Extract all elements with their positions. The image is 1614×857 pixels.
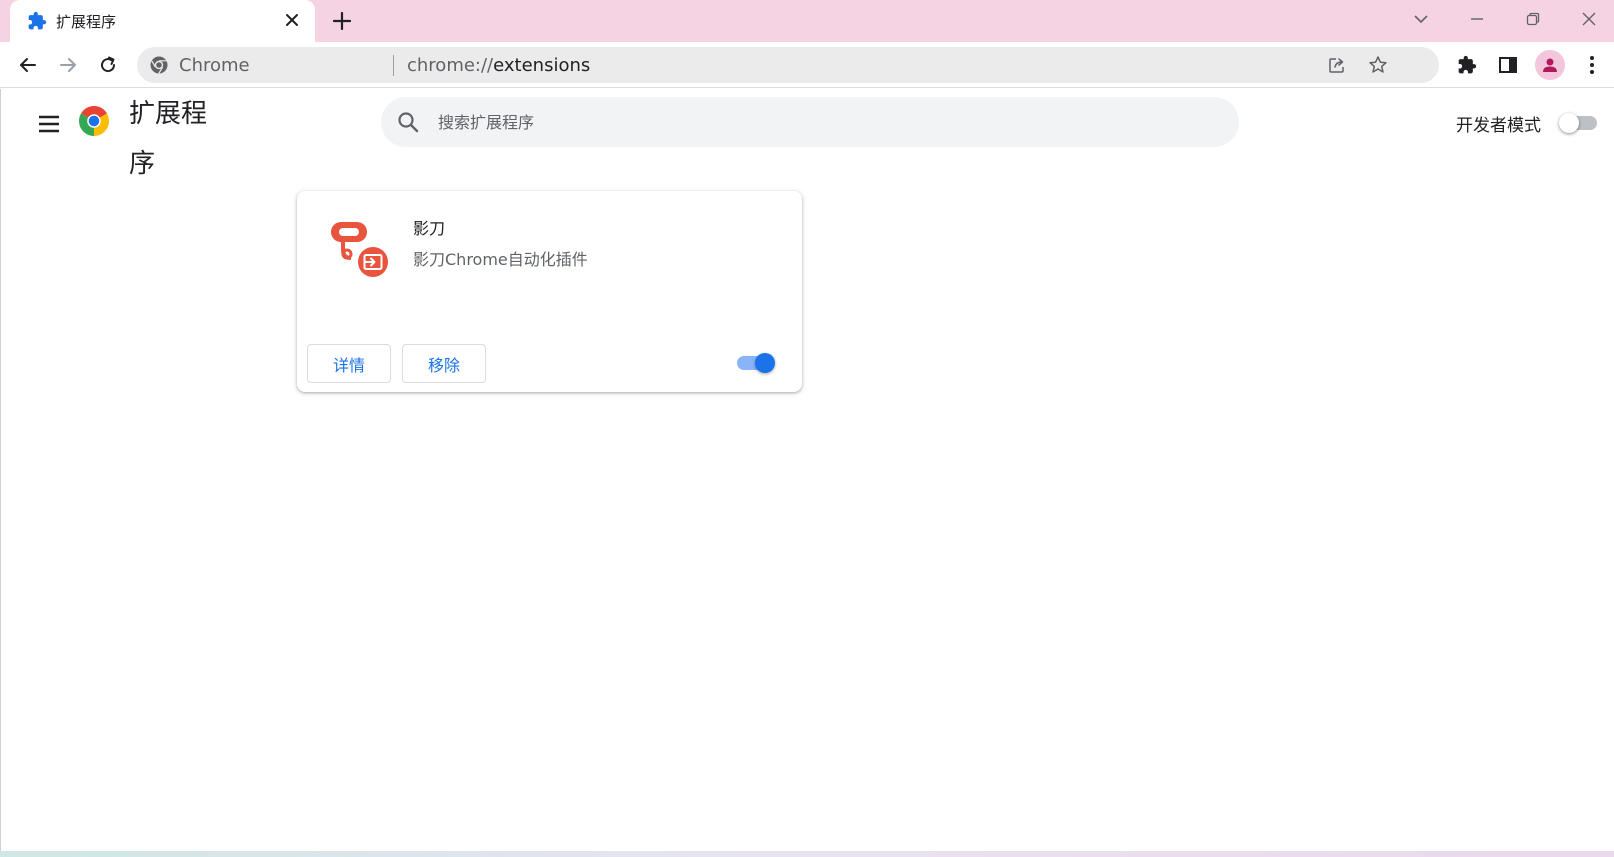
url-scheme: chrome:// [407,55,494,76]
restore-button[interactable] [1517,5,1549,33]
search-box[interactable] [381,97,1239,147]
remove-button[interactable]: 移除 [402,344,486,383]
chevron-down-icon [1414,15,1428,24]
bookmark-button[interactable] [1366,53,1390,77]
search-icon [398,112,419,133]
more-vert-icon [1590,56,1594,74]
minimize-icon [1471,18,1483,20]
chrome-menu-button[interactable] [1577,50,1607,80]
shadowbot-extension-icon [331,222,388,277]
plus-icon [333,12,351,30]
chrome-logo-icon [79,106,109,136]
chip-separator [393,55,394,76]
address-bar[interactable]: Chrome chrome://extensions [137,47,1439,83]
restore-icon [1526,12,1540,26]
side-panel-button[interactable] [1493,50,1523,80]
arrow-right-icon [60,58,76,72]
url-text[interactable]: chrome://extensions [407,55,590,76]
site-chip: Chrome [179,55,250,76]
search-input[interactable] [438,107,1198,137]
arrow-left-icon [20,58,36,72]
main-menu-button[interactable] [34,109,64,139]
hamburger-icon [39,115,59,133]
developer-mode-label: 开发者模式 [1456,116,1541,136]
toggle-knob [755,353,775,373]
tab-close-button[interactable] [280,8,304,32]
page-title: 扩展程序 [129,99,208,179]
reload-icon [101,56,116,73]
share-button[interactable] [1325,53,1349,77]
extension-enable-toggle[interactable] [737,353,777,373]
extensions-page: 扩展程序 开发者模式 影刀 影刀Chrome自动化插件 详情 移除 [0,89,1614,851]
forward-button[interactable] [53,50,83,80]
puzzle-icon [1458,55,1477,74]
toolbar: Chrome chrome://extensions [0,42,1614,88]
back-button[interactable] [13,50,43,80]
tab-extensions[interactable]: 扩展程序 [10,0,315,42]
close-icon [1582,12,1596,26]
close-icon [286,14,298,26]
side-panel-icon [1499,57,1517,73]
tab-title: 扩展程序 [56,13,117,31]
share-icon [1329,58,1344,73]
tab-search-button[interactable] [1405,5,1437,33]
toggle-knob [1559,113,1579,133]
extension-name: 影刀 [413,219,446,238]
developer-mode-toggle[interactable] [1559,113,1599,133]
tab-strip: 扩展程序 [0,0,1614,42]
reload-button[interactable] [93,50,123,80]
details-button[interactable]: 详情 [307,344,391,383]
new-tab-button[interactable] [330,9,354,33]
extension-card: 影刀 影刀Chrome自动化插件 详情 移除 [297,191,802,392]
minimize-button[interactable] [1461,5,1493,33]
url-host: extensions [493,55,591,76]
puzzle-icon [28,11,47,30]
star-icon [1369,56,1387,73]
extension-description: 影刀Chrome自动化插件 [413,250,588,269]
person-icon [1543,58,1557,72]
close-window-button[interactable] [1573,5,1605,33]
profile-avatar-button[interactable] [1535,50,1565,80]
taskbar-edge [0,851,1614,857]
extensions-menu-button[interactable] [1452,50,1482,80]
chrome-site-icon [150,56,168,74]
